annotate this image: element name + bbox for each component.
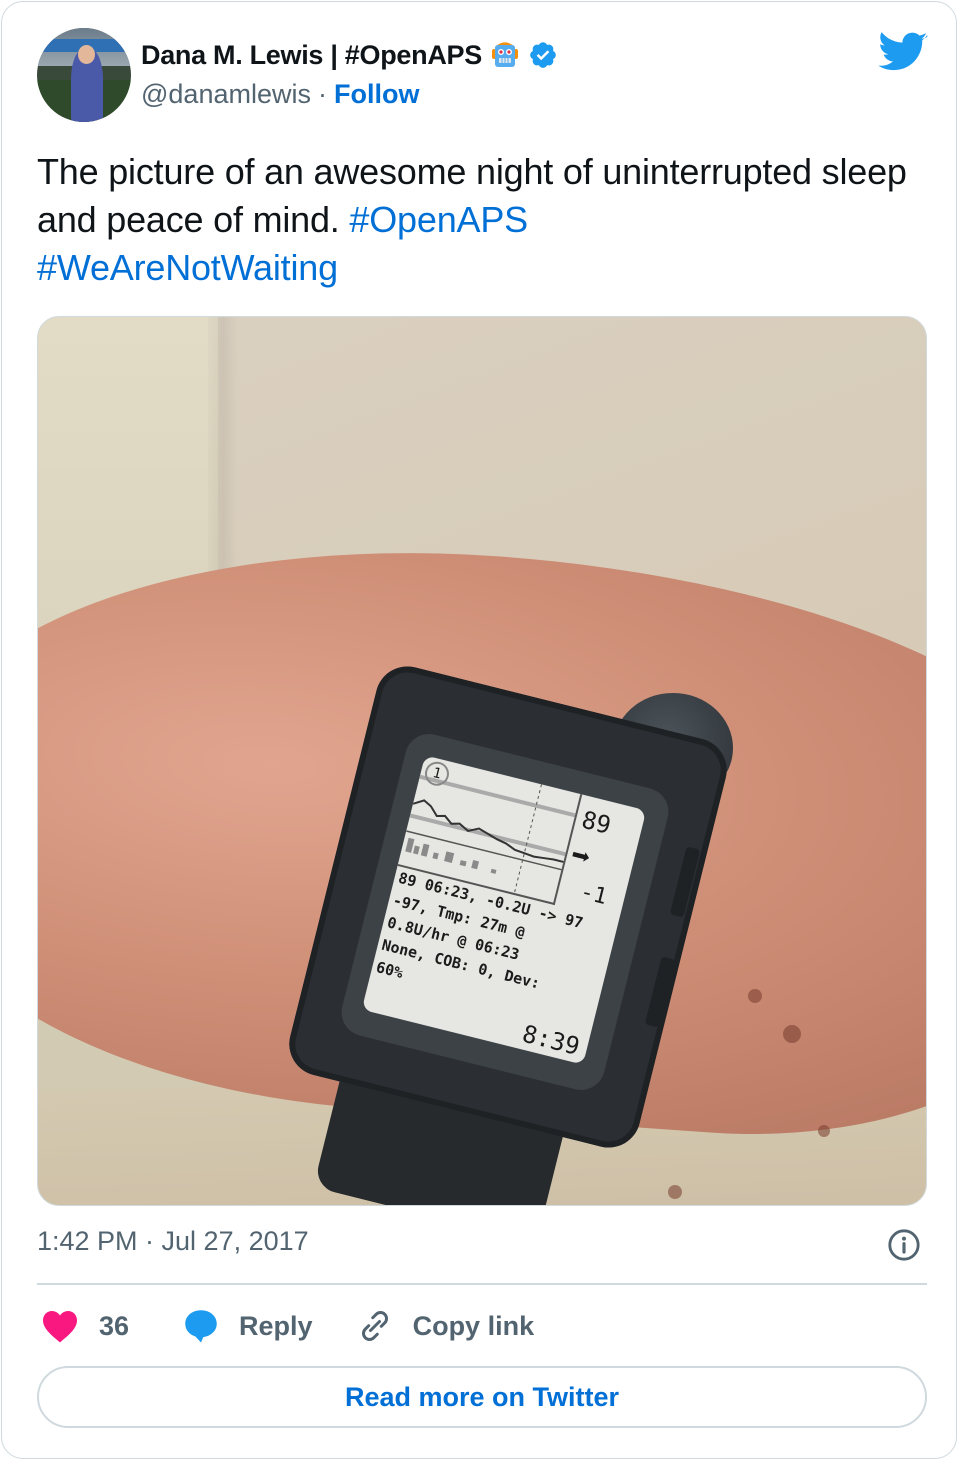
tweet-photo[interactable]: 1 89 ➡ -1 89 06:23, -0.2U -> 97 -97, Tmp:…: [37, 316, 927, 1206]
avatar-face: [78, 44, 96, 64]
separator-dot: ·: [317, 79, 327, 109]
watch-bg-delta: -1: [577, 879, 610, 911]
author-handle[interactable]: @danamlewis: [141, 79, 311, 110]
author-handle-row: @danamlewis · Follow: [141, 79, 419, 110]
like-count: 36: [99, 1310, 130, 1341]
hashtag-wearenotwaiting[interactable]: #WeAreNotWaiting: [37, 247, 338, 288]
photo-mole: [783, 1025, 801, 1043]
divider: [37, 1283, 927, 1285]
tweet-card: Dana M. Lewis | #OpenAPS @danamlewis · F…: [1, 1, 957, 1459]
trend-arrow-icon: ➡: [567, 835, 595, 877]
tweet-timestamp[interactable]: 1:42 PM · Jul 27, 2017: [37, 1226, 309, 1257]
heart-icon: [41, 1309, 79, 1343]
follow-link[interactable]: Follow: [334, 79, 419, 110]
tweet-actions: 36 Reply Copy link: [37, 1302, 534, 1350]
photo-mole: [748, 989, 762, 1003]
reply-button[interactable]: Reply: [183, 1308, 313, 1344]
reply-label: Reply: [239, 1310, 313, 1341]
robot-face-icon: [490, 40, 520, 70]
speech-bubble-icon: [183, 1308, 219, 1344]
author-name-row: Dana M. Lewis | #OpenAPS: [141, 38, 558, 72]
copy-link-label: Copy link: [412, 1310, 535, 1341]
twitter-bird-icon[interactable]: [878, 32, 928, 74]
avatar[interactable]: [37, 28, 131, 122]
read-more-button[interactable]: Read more on Twitter: [37, 1366, 927, 1428]
verified-badge-icon: [528, 40, 558, 70]
tweet-text: The picture of an awesome night of unint…: [37, 148, 927, 292]
photo-mole: [668, 1185, 682, 1199]
watch-bg-value: 89: [578, 805, 614, 840]
photo-mole: [818, 1125, 830, 1137]
hashtag-openaps[interactable]: #OpenAPS: [349, 199, 528, 240]
like-button[interactable]: 36: [41, 1309, 129, 1343]
copy-link-button[interactable]: Copy link: [357, 1308, 535, 1344]
link-icon: [357, 1308, 393, 1344]
author-display-name[interactable]: Dana M. Lewis | #OpenAPS: [141, 40, 482, 71]
info-icon[interactable]: [887, 1228, 921, 1262]
